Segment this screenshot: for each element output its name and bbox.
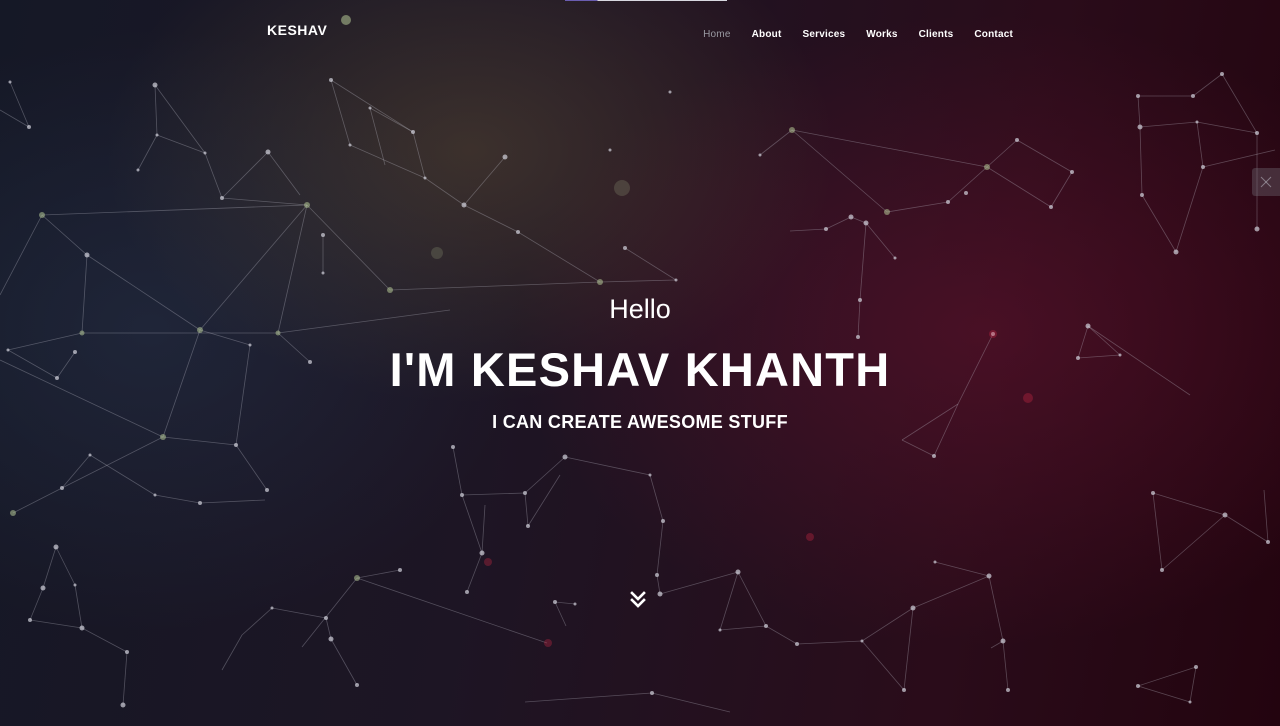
hero-greeting: Hello [609,294,671,324]
hero-section: KESHAV Home About Services Works Clients… [0,0,1280,726]
double-chevron-down-icon[interactable] [629,590,647,610]
nav-item-about: About [752,24,782,42]
nav-item-works: Works [866,24,897,42]
nav-link-works[interactable]: Works [866,29,897,40]
nav-link-about[interactable]: About [752,29,782,40]
nav-link-clients[interactable]: Clients [919,29,954,40]
nav-link-home[interactable]: Home [703,29,730,40]
nav-item-services: Services [802,24,845,42]
nav-item-home: Home [703,24,730,42]
settings-icon[interactable] [1252,168,1280,196]
hero-content: Hello I'M KESHAV KHANTH I CAN CREATE AWE… [0,290,1280,433]
nav-item-clients: Clients [919,24,954,42]
nav-menu: Home About Services Works Clients Contac… [703,24,1013,42]
nav-link-services[interactable]: Services [802,29,845,40]
brand-logo[interactable]: KESHAV [267,22,327,38]
hero-tagline: I CAN CREATE AWESOME STUFF [492,412,788,432]
hero-name-heading: I'M KESHAV KHANTH [389,343,891,396]
navbar: KESHAV Home About Services Works Clients… [0,0,1280,60]
nav-link-contact[interactable]: Contact [974,29,1013,40]
nav-item-contact: Contact [974,24,1013,42]
